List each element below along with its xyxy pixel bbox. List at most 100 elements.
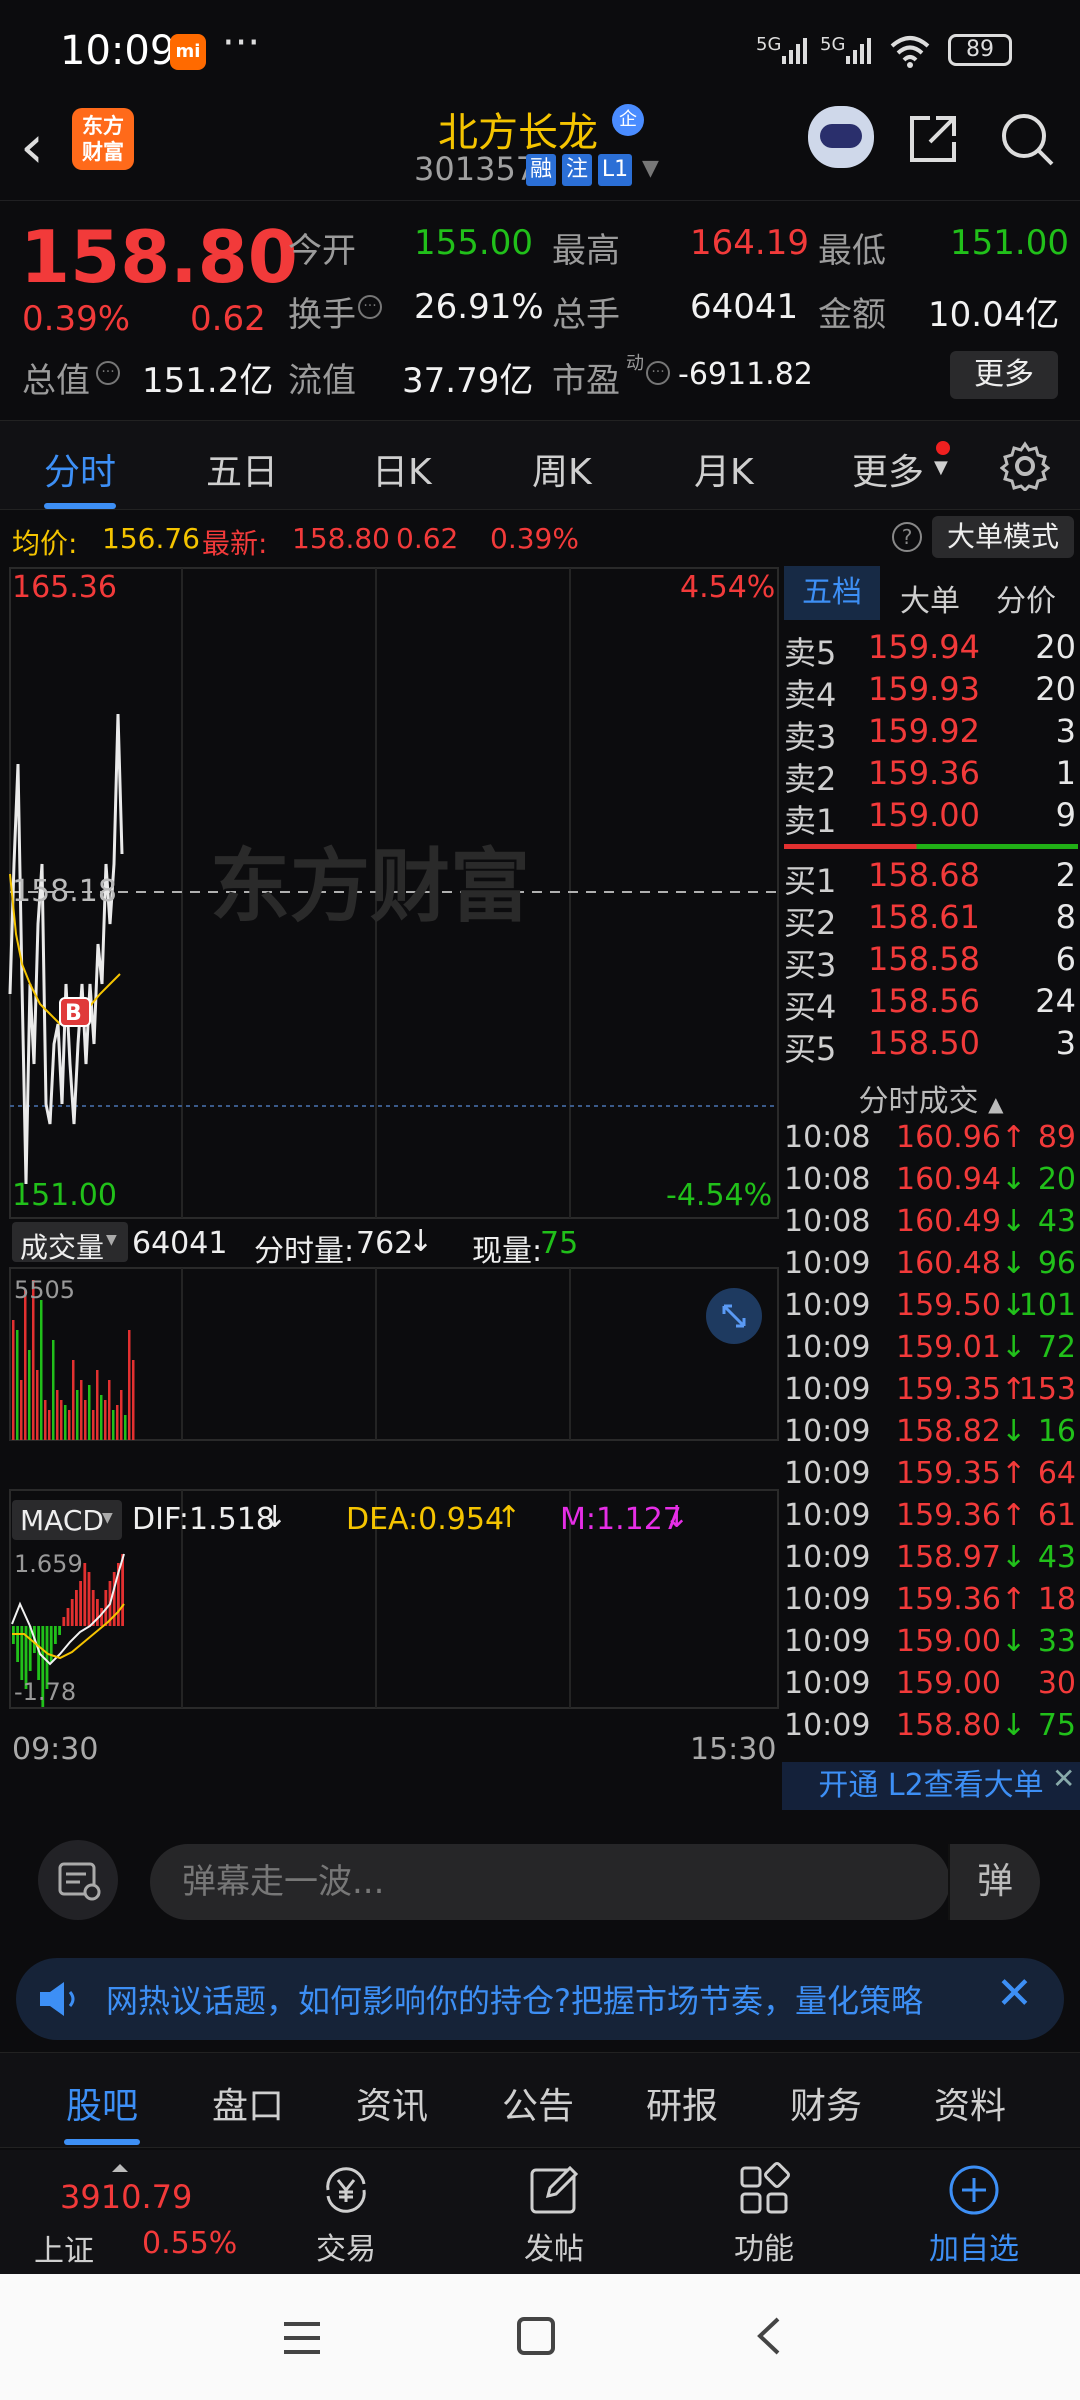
post-label: 发帖 bbox=[524, 2232, 584, 2267]
volume-bar bbox=[16, 1330, 19, 1440]
tab-forum[interactable]: 股吧 bbox=[66, 2077, 138, 2129]
tab-big-orders[interactable]: 大单 bbox=[900, 576, 960, 620]
tab-more[interactable]: 更多 bbox=[852, 443, 924, 495]
trade-volume: 153 bbox=[1018, 1372, 1076, 1407]
macd-axis-max: 1.659 bbox=[14, 1550, 83, 1578]
info-icon[interactable]: ··· bbox=[96, 361, 120, 385]
back-icon[interactable]: ‹ bbox=[20, 112, 44, 182]
arrow-down-icon: ↓ bbox=[664, 1500, 690, 1535]
trade-time: 10:09 bbox=[784, 1582, 871, 1617]
volume-bar bbox=[52, 1340, 55, 1440]
ticker-text[interactable]: 网热议话题，如何影响你的持仓?把握市场节奏，量化策略 bbox=[106, 1976, 986, 2022]
volume-bar bbox=[36, 1370, 39, 1440]
danmu-settings-icon[interactable] bbox=[38, 1840, 118, 1920]
ask-level-row[interactable]: 卖1 159.00 9 bbox=[782, 796, 1080, 840]
level-label: 卖3 bbox=[784, 718, 837, 756]
yen-cycle-icon bbox=[326, 2167, 366, 2213]
arrow-up-icon: ↑ bbox=[1000, 1498, 1027, 1533]
ai-assistant-robot-icon[interactable] bbox=[808, 106, 874, 168]
ask-level-row[interactable]: 卖5 159.94 20 bbox=[782, 628, 1080, 672]
trade-price: 159.36↑ bbox=[896, 1498, 1027, 1533]
trade-price: 159.36↑ bbox=[896, 1582, 1027, 1617]
tab-five-levels[interactable]: 五档 bbox=[784, 566, 880, 620]
info-icon[interactable]: ··· bbox=[646, 361, 670, 385]
trade-volume: 16 bbox=[1037, 1414, 1076, 1449]
eastmoney-logo[interactable]: 东方 财富 bbox=[72, 108, 134, 170]
tab-weekly-k[interactable]: 周K bbox=[532, 443, 592, 495]
l2-upgrade-banner[interactable]: 开通 L2查看大单 bbox=[782, 1762, 1080, 1810]
level-price: 159.92 bbox=[868, 712, 980, 750]
volume-indicator-select[interactable]: 成交量 ▼ bbox=[12, 1222, 128, 1264]
trade-button[interactable]: 交易 bbox=[286, 2162, 406, 2268]
tab-price-distribution[interactable]: 分价 bbox=[996, 576, 1056, 620]
tab-news[interactable]: 资讯 bbox=[356, 2077, 428, 2129]
tab-profile[interactable]: 资料 bbox=[934, 2077, 1006, 2129]
time-axis-start: 09:30 bbox=[12, 1732, 99, 1767]
bid-level-row[interactable]: 买3 158.58 6 bbox=[782, 940, 1080, 984]
share-icon[interactable] bbox=[906, 112, 960, 166]
index-name[interactable]: 上证 bbox=[34, 2226, 94, 2270]
bid-level-row[interactable]: 买1 158.68 2 bbox=[782, 856, 1080, 900]
more-button[interactable]: 更多 bbox=[950, 351, 1058, 399]
functions-button[interactable]: 功能 bbox=[704, 2162, 824, 2268]
bottom-action-bar: 3910.79 上证 0.55% 交易 发帖 功能 加自选 bbox=[0, 2150, 1080, 2274]
pe-value: -6911.82 bbox=[678, 357, 813, 392]
macd-indicator-select[interactable]: MACD ▼ bbox=[12, 1500, 122, 1540]
ask-level-row[interactable]: 卖3 159.92 3 bbox=[782, 712, 1080, 756]
gear-icon[interactable] bbox=[1000, 441, 1050, 491]
signal-bars-icon bbox=[846, 38, 871, 64]
close-icon[interactable]: ✕ bbox=[996, 1968, 1033, 2019]
trade-time: 10:09 bbox=[784, 1288, 871, 1323]
signal-bars-icon bbox=[782, 38, 807, 64]
bid-level-row[interactable]: 买2 158.61 8 bbox=[782, 898, 1080, 942]
tab-daily-k[interactable]: 日K bbox=[372, 443, 432, 495]
change-value: 0.62 bbox=[190, 299, 266, 339]
tab-five-day[interactable]: 五日 bbox=[206, 443, 278, 495]
macd-bar bbox=[83, 1563, 87, 1626]
info-icon[interactable]: ··· bbox=[358, 295, 382, 319]
home-icon[interactable] bbox=[516, 2316, 556, 2356]
level1-tag[interactable]: L1 bbox=[598, 154, 632, 186]
arrow-up-icon: ↑ bbox=[1000, 1120, 1027, 1155]
margin-tag: 融 bbox=[526, 154, 556, 186]
ask-level-row[interactable]: 卖4 159.93 20 bbox=[782, 670, 1080, 714]
tab-financials[interactable]: 财务 bbox=[790, 2077, 862, 2129]
tab-monthly-k[interactable]: 月K bbox=[694, 443, 754, 495]
tab-announcements[interactable]: 公告 bbox=[502, 2077, 574, 2129]
level-label: 买4 bbox=[784, 988, 837, 1026]
back-nav-icon[interactable] bbox=[750, 2316, 790, 2356]
volume-value: 64041 bbox=[690, 287, 799, 327]
ask-level-row[interactable]: 卖2 159.36 1 bbox=[782, 754, 1080, 798]
expand-icon[interactable] bbox=[706, 1288, 762, 1344]
mktcap-label: 总值 bbox=[22, 361, 90, 401]
tab-research[interactable]: 研报 bbox=[646, 2077, 718, 2129]
index-value[interactable]: 3910.79 bbox=[60, 2178, 192, 2216]
danmu-input[interactable]: 弹幕走一波... bbox=[150, 1844, 950, 1920]
active-tab-indicator bbox=[64, 2139, 140, 2145]
tab-orderbook[interactable]: 盘口 bbox=[212, 2077, 284, 2129]
add-watchlist-button[interactable]: 加自选 bbox=[914, 2162, 1034, 2268]
trade-row: 10:09 160.48↓ 96 bbox=[782, 1246, 1080, 1288]
arrow-down-icon: ↓ bbox=[1000, 1162, 1027, 1197]
volume-bar bbox=[104, 1400, 107, 1440]
arrow-down-icon: ↓ bbox=[1000, 1330, 1027, 1365]
chevron-down-icon[interactable]: ▼ bbox=[642, 156, 659, 181]
danmu-toggle-button[interactable]: 弹 bbox=[948, 1844, 1040, 1920]
high-label: 最高 bbox=[552, 231, 620, 271]
news-ticker[interactable]: 网热议话题，如何影响你的持仓?把握市场节奏，量化策略 ✕ bbox=[16, 1958, 1064, 2040]
tab-intraday[interactable]: 分时 bbox=[44, 443, 116, 495]
trade-time: 10:09 bbox=[784, 1372, 871, 1407]
bid-level-row[interactable]: 买4 158.56 24 bbox=[782, 982, 1080, 1026]
trades-header[interactable]: 分时成交 ▲ bbox=[782, 1076, 1080, 1120]
close-icon[interactable]: ✕ bbox=[1052, 1762, 1075, 1795]
help-icon[interactable]: ? bbox=[892, 522, 922, 552]
level-label: 买5 bbox=[784, 1030, 837, 1068]
bid-level-row[interactable]: 买5 158.50 3 bbox=[782, 1024, 1080, 1068]
menu-icon[interactable] bbox=[282, 2318, 322, 2358]
big-order-mode-button[interactable]: 大单模式 bbox=[932, 516, 1074, 558]
post-button[interactable]: 发帖 bbox=[494, 2162, 614, 2268]
intraday-chart[interactable]: 东方财富 B 165.36 4.54% 158.18 151.00 -4.54%… bbox=[0, 564, 780, 1784]
search-icon[interactable] bbox=[998, 110, 1056, 168]
index-change-pct[interactable]: 0.55% bbox=[142, 2226, 237, 2261]
volume-bar bbox=[112, 1410, 115, 1440]
